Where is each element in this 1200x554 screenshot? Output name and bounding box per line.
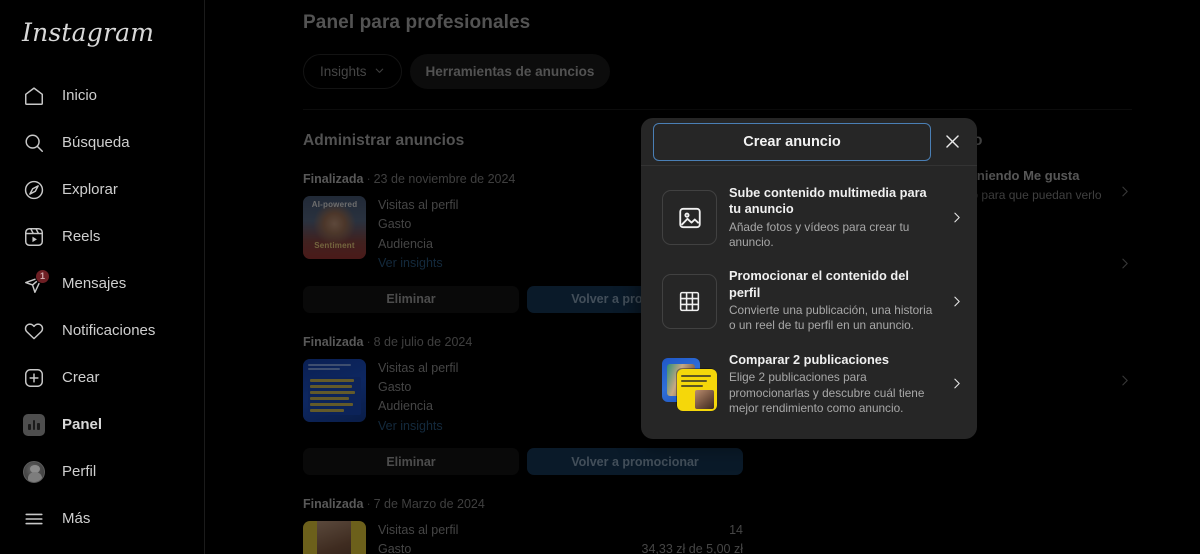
- modal-option-promote-profile-content[interactable]: Promocionar el contenido del perfil Conv…: [641, 259, 977, 342]
- sidebar-item-explorar[interactable]: Explorar: [12, 166, 192, 213]
- hamburger-icon: [22, 507, 46, 531]
- modal-option-title: Promocionar el contenido del perfil: [729, 268, 909, 300]
- dashboard-icon: [22, 413, 46, 437]
- sidebar-item-label: Mensajes: [62, 275, 127, 292]
- messenger-icon: 1: [22, 268, 50, 296]
- instagram-logo[interactable]: Instagram: [12, 0, 192, 64]
- sidebar-item-mensajes[interactable]: 1 Mensajes: [12, 260, 192, 307]
- modal-option-compare-posts[interactable]: Comparar 2 publicaciones Elige 2 publica…: [641, 343, 977, 425]
- sidebar-item-panel[interactable]: Panel: [12, 401, 192, 448]
- sidebar-item-label: Panel: [62, 416, 103, 433]
- modal-title[interactable]: Crear anuncio: [653, 122, 931, 161]
- image-icon: [662, 190, 717, 246]
- main-content: Panel para profesionales Insights Herram…: [205, 0, 1200, 554]
- reels-icon: [22, 225, 46, 249]
- create-ad-modal: Crear anuncio Sube contenido multimedia …: [641, 118, 977, 440]
- modal-option-subtitle: Elige 2 publicaciones para promocionarla…: [729, 370, 925, 415]
- sidebar-item-label: Explorar: [62, 181, 118, 198]
- modal-option-title: Comparar 2 publicaciones: [729, 351, 890, 367]
- modal-option-subtitle: Añade fotos y vídeos para crear tu anunc…: [729, 219, 910, 250]
- sidebar-item-perfil[interactable]: Perfil: [12, 448, 192, 495]
- close-icon[interactable]: [935, 125, 969, 159]
- sidebar-item-notificaciones[interactable]: Notificaciones: [12, 307, 192, 354]
- plus-square-icon: [22, 366, 46, 390]
- sidebar-item-busqueda[interactable]: Búsqueda: [12, 119, 192, 166]
- heart-icon: [22, 319, 46, 343]
- sidebar-item-label: Crear: [62, 369, 100, 386]
- home-icon: [22, 84, 46, 108]
- modal-option-upload-media[interactable]: Sube contenido multimedia para tu anunci…: [641, 176, 977, 259]
- search-icon: [22, 131, 46, 155]
- chevron-right-icon: [950, 377, 963, 390]
- chevron-right-icon: [950, 295, 963, 308]
- main-sidebar: Instagram Inicio Búsqueda Explorar Reels…: [0, 0, 205, 554]
- sidebar-item-label: Inicio: [62, 87, 98, 104]
- sidebar-item-mas[interactable]: Más: [12, 495, 192, 542]
- sidebar-item-reels[interactable]: Reels: [12, 213, 192, 260]
- sidebar-item-label: Más: [62, 510, 91, 527]
- grid-icon: [662, 273, 717, 329]
- sidebar-item-label: Perfil: [62, 463, 97, 480]
- chevron-right-icon: [950, 211, 963, 224]
- modal-option-title: Sube contenido multimedia para tu anunci…: [729, 185, 927, 217]
- sidebar-item-label: Búsqueda: [62, 134, 130, 151]
- sidebar-item-inicio[interactable]: Inicio: [12, 72, 192, 119]
- sidebar-nav: Inicio Búsqueda Explorar Reels 1 Mensaje…: [12, 72, 192, 542]
- sidebar-item-crear[interactable]: Crear: [12, 354, 192, 401]
- avatar-icon: [22, 460, 46, 484]
- compare-posts-thumbnail-icon: [662, 356, 717, 412]
- instagram-professional-dashboard: Instagram Inicio Búsqueda Explorar Reels…: [0, 0, 1200, 554]
- messages-unread-badge: 1: [34, 268, 50, 284]
- sidebar-item-label: Notificaciones: [62, 322, 156, 339]
- modal-option-subtitle: Convierte una publicación, una historia …: [729, 303, 933, 333]
- modal-options-list: Sube contenido multimedia para tu anunci…: [641, 166, 977, 439]
- sidebar-item-label: Reels: [62, 228, 101, 245]
- compass-icon: [22, 178, 46, 202]
- modal-header: Crear anuncio: [641, 118, 977, 166]
